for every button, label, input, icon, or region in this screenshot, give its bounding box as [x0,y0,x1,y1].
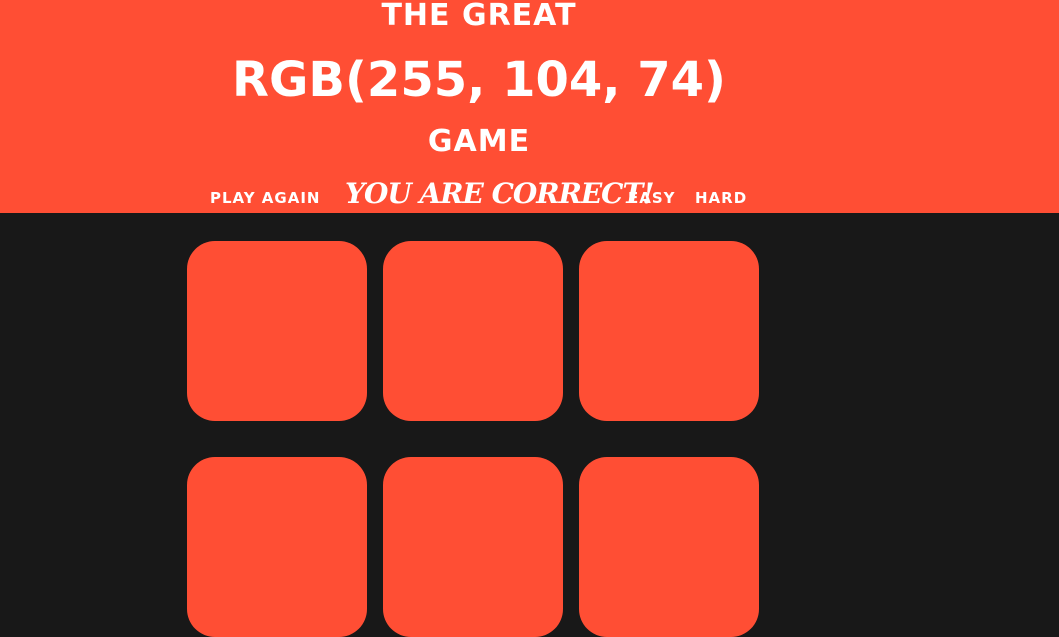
color-square-1[interactable] [187,241,367,421]
hard-mode-button[interactable]: HARD [695,189,747,207]
header: THE GREAT RGB(255, 104, 74) GAME PLAY AG… [0,0,1059,213]
easy-mode-button[interactable]: EASY [628,189,676,207]
rgb-display: RGB(255, 104, 74) [232,52,726,108]
color-square-4[interactable] [187,457,367,637]
play-again-button[interactable]: PLAY AGAIN [210,189,320,207]
controls-bar: PLAY AGAIN YOU ARE CORRECT! EASY HARD [0,176,1059,213]
title-bottom: GAME [427,124,531,159]
result-message: YOU ARE CORRECT! [345,177,655,210]
color-square-3[interactable] [579,241,759,421]
title-top: THE GREAT [381,0,577,33]
color-square-6[interactable] [579,457,759,637]
color-square-2[interactable] [383,241,563,421]
color-square-5[interactable] [383,457,563,637]
